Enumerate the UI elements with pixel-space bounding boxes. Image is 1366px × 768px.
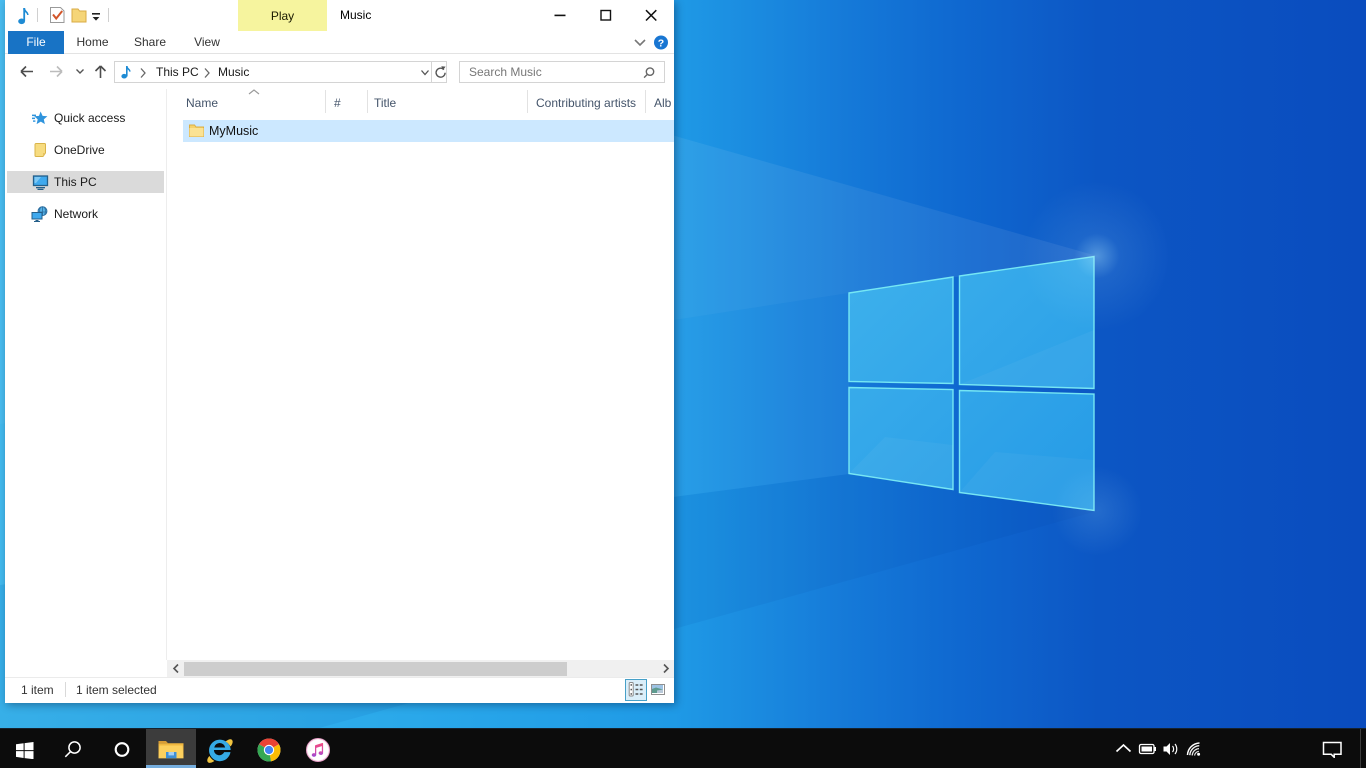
svg-text:?: ? bbox=[658, 37, 664, 49]
